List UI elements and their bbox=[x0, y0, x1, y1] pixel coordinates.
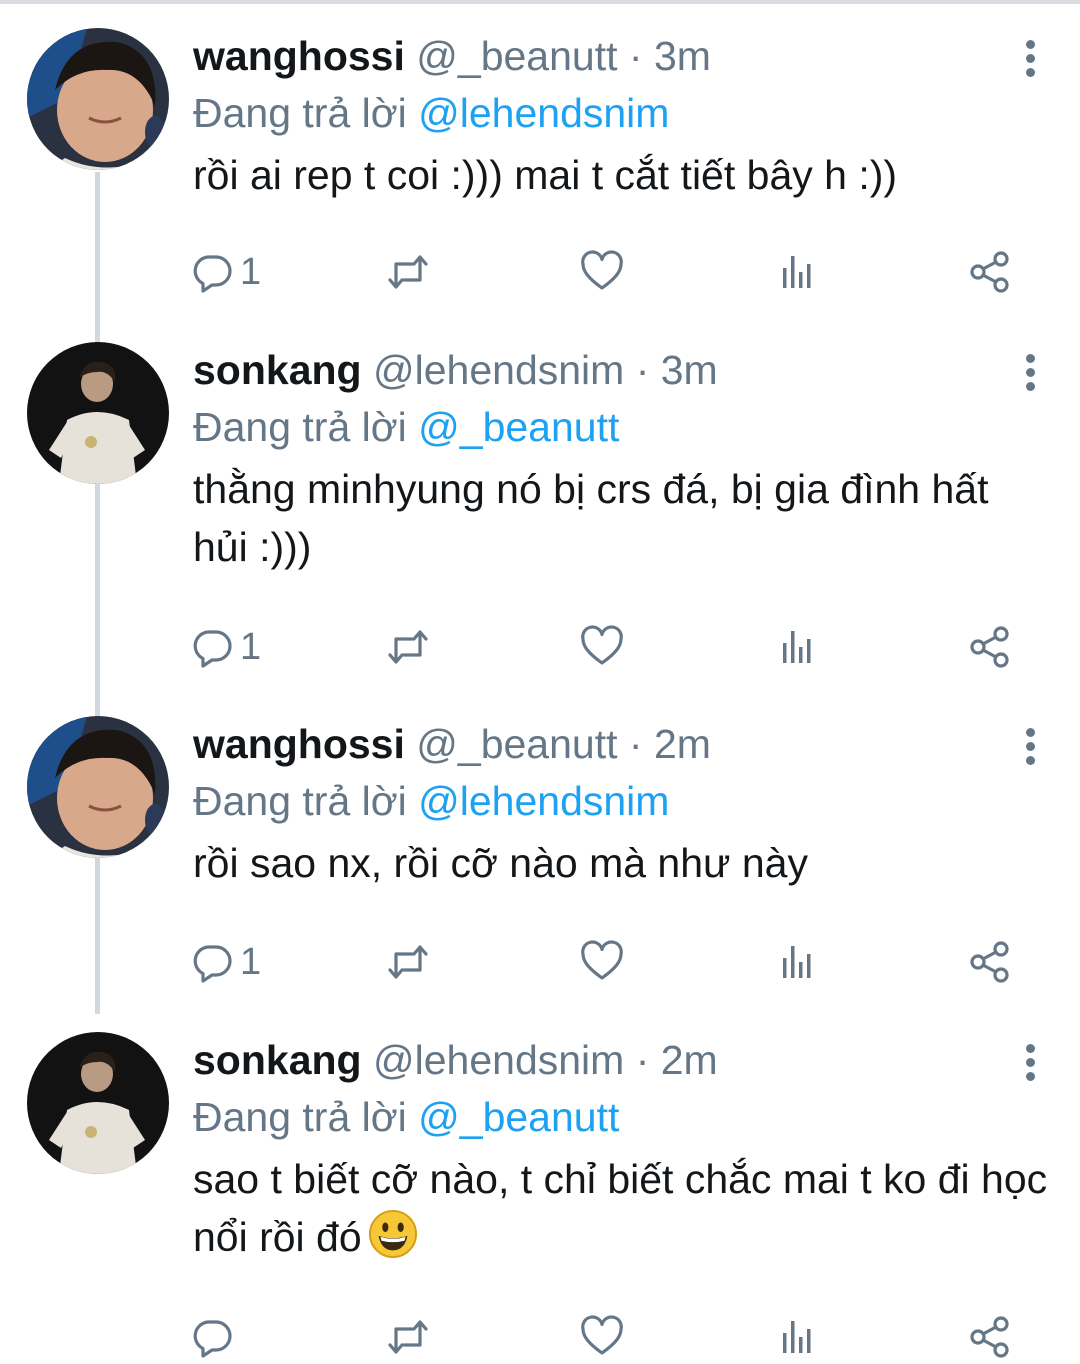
share-icon bbox=[968, 940, 1012, 984]
separator: · bbox=[617, 721, 654, 767]
separator: · bbox=[624, 347, 661, 393]
retweet-button[interactable] bbox=[386, 620, 430, 674]
tweet-content: sonkang @lehendsnim · 2m Đang trả lời @_… bbox=[193, 1032, 1050, 1266]
timestamp[interactable]: 3m bbox=[661, 347, 718, 393]
heart-icon bbox=[580, 1315, 624, 1359]
reply-icon bbox=[190, 625, 234, 669]
replying-to-label: Đang trả lời bbox=[193, 778, 419, 824]
replying-to: Đang trả lời @lehendsnim bbox=[193, 772, 1050, 830]
retweet-button[interactable] bbox=[386, 245, 430, 299]
heart-icon bbox=[580, 250, 624, 294]
replying-to: Đang trả lời @lehendsnim bbox=[193, 84, 1050, 142]
replying-to-link[interactable]: @lehendsnim bbox=[418, 778, 669, 824]
analytics-icon bbox=[775, 625, 819, 669]
reply-count: 1 bbox=[240, 625, 262, 668]
replying-to: Đang trả lời @_beanutt bbox=[193, 1088, 1050, 1146]
handle[interactable]: @_beanutt bbox=[416, 33, 617, 79]
separator: · bbox=[624, 1037, 661, 1083]
tweet-text: rồi sao nx, rồi cỡ nào mà như này bbox=[193, 840, 808, 886]
replying-to-link[interactable]: @_beanutt bbox=[418, 1094, 619, 1140]
avatar[interactable] bbox=[27, 1032, 169, 1174]
tweet-header: wanghossi @_beanutt · 2m bbox=[193, 716, 1050, 772]
timestamp[interactable]: 3m bbox=[654, 33, 711, 79]
reply-count: 1 bbox=[240, 250, 262, 293]
more-vertical-icon[interactable] bbox=[1024, 728, 1036, 770]
tweet-actions bbox=[190, 1310, 1030, 1364]
top-divider bbox=[0, 0, 1080, 4]
reply-button[interactable]: 1 bbox=[190, 935, 261, 989]
display-name[interactable]: wanghossi bbox=[193, 721, 405, 767]
avatar[interactable] bbox=[27, 28, 169, 170]
display-name[interactable]: wanghossi bbox=[193, 33, 405, 79]
grinning-face-emoji-icon bbox=[368, 1209, 418, 1259]
share-button[interactable] bbox=[968, 620, 1012, 674]
retweet-button[interactable] bbox=[386, 1310, 430, 1364]
timestamp[interactable]: 2m bbox=[654, 721, 711, 767]
tweet-text-content: sao t biết cỡ nào, t chỉ biết chắc mai t… bbox=[193, 1156, 1048, 1260]
analytics-button[interactable] bbox=[775, 935, 819, 989]
more-vertical-icon[interactable] bbox=[1024, 354, 1036, 396]
tweet-header: sonkang @lehendsnim · 3m bbox=[193, 342, 1050, 398]
reply-icon bbox=[190, 940, 234, 984]
tweet-text: sao t biết cỡ nào, t chỉ biết chắc mai t… bbox=[193, 1150, 1050, 1266]
reply-count: 1 bbox=[240, 940, 262, 983]
handle[interactable]: @lehendsnim bbox=[373, 347, 624, 393]
share-button[interactable] bbox=[968, 1310, 1012, 1364]
retweet-icon bbox=[386, 625, 430, 669]
share-icon bbox=[968, 250, 1012, 294]
analytics-icon bbox=[775, 1315, 819, 1359]
retweet-icon bbox=[386, 940, 430, 984]
timestamp[interactable]: 2m bbox=[661, 1037, 718, 1083]
share-button[interactable] bbox=[968, 935, 1012, 989]
tweet-text: rồi ai rep t coi :))) mai t cắt tiết bây… bbox=[193, 152, 898, 198]
reply-button[interactable]: 1 bbox=[190, 245, 261, 299]
tweet-content: wanghossi @_beanutt · 2m Đang trả lời @l… bbox=[193, 716, 1050, 892]
heart-icon bbox=[580, 625, 624, 669]
reply-button[interactable]: 1 bbox=[190, 620, 261, 674]
tweet-header: wanghossi @_beanutt · 3m bbox=[193, 28, 1050, 84]
replying-to: Đang trả lời @_beanutt bbox=[193, 398, 1050, 456]
tweet-actions: 1 bbox=[190, 620, 1030, 674]
more-vertical-icon[interactable] bbox=[1024, 40, 1036, 82]
analytics-icon bbox=[775, 940, 819, 984]
handle[interactable]: @lehendsnim bbox=[373, 1037, 624, 1083]
analytics-button[interactable] bbox=[775, 1310, 819, 1364]
replying-to-link[interactable]: @lehendsnim bbox=[418, 90, 669, 136]
replying-to-label: Đang trả lời bbox=[193, 1094, 419, 1140]
like-button[interactable] bbox=[580, 620, 624, 674]
display-name[interactable]: sonkang bbox=[193, 1037, 362, 1083]
tweet-content: wanghossi @_beanutt · 3m Đang trả lời @l… bbox=[193, 28, 1050, 204]
separator: · bbox=[617, 33, 654, 79]
tweet-actions: 1 bbox=[190, 245, 1030, 299]
reply-icon bbox=[190, 250, 234, 294]
retweet-button[interactable] bbox=[386, 935, 430, 989]
tweet-header: sonkang @lehendsnim · 2m bbox=[193, 1032, 1050, 1088]
replying-to-label: Đang trả lời bbox=[193, 90, 419, 136]
retweet-icon bbox=[386, 250, 430, 294]
reply-button[interactable] bbox=[190, 1310, 240, 1364]
like-button[interactable] bbox=[580, 245, 624, 299]
analytics-button[interactable] bbox=[775, 245, 819, 299]
avatar[interactable] bbox=[27, 716, 169, 858]
share-button[interactable] bbox=[968, 245, 1012, 299]
replying-to-link[interactable]: @_beanutt bbox=[418, 404, 619, 450]
reply-icon bbox=[190, 1315, 234, 1359]
thread-connector-line bbox=[95, 172, 100, 1014]
tweet-text: thằng minhyung nó bị crs đá, bị gia đình… bbox=[193, 466, 989, 570]
replying-to-label: Đang trả lời bbox=[193, 404, 419, 450]
retweet-icon bbox=[386, 1315, 430, 1359]
share-icon bbox=[968, 1315, 1012, 1359]
more-vertical-icon[interactable] bbox=[1024, 1044, 1036, 1086]
heart-icon bbox=[580, 940, 624, 984]
analytics-icon bbox=[775, 250, 819, 294]
avatar[interactable] bbox=[27, 342, 169, 484]
like-button[interactable] bbox=[580, 935, 624, 989]
analytics-button[interactable] bbox=[775, 620, 819, 674]
handle[interactable]: @_beanutt bbox=[416, 721, 617, 767]
tweet-actions: 1 bbox=[190, 935, 1030, 989]
display-name[interactable]: sonkang bbox=[193, 347, 362, 393]
share-icon bbox=[968, 625, 1012, 669]
tweet-content: sonkang @lehendsnim · 3m Đang trả lời @_… bbox=[193, 342, 1050, 576]
like-button[interactable] bbox=[580, 1310, 624, 1364]
